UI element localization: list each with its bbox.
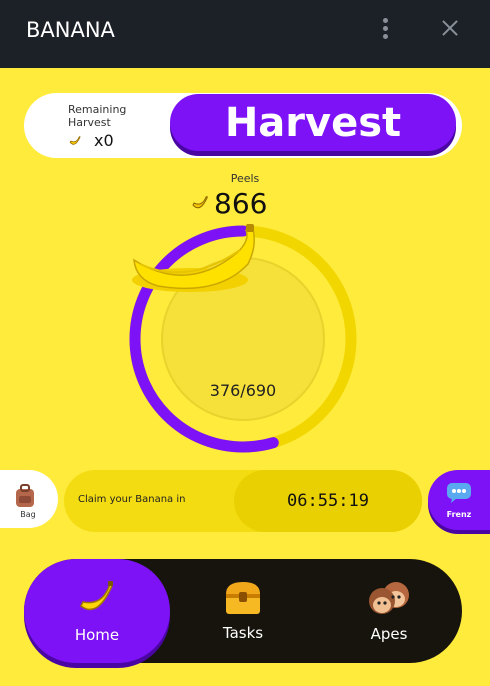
treasure-chest-icon [226,582,260,614]
nav-home[interactable]: Home [24,559,170,663]
progress-text: 376/690 [209,381,277,400]
nav-tasks-label: Tasks [222,624,264,642]
nav-home-label: Home [74,626,120,644]
nav-tasks[interactable]: Tasks [170,559,316,663]
peels-value: 866 [190,186,267,220]
nav-apes[interactable]: Apes [316,559,462,663]
bag-label: Bag [20,510,36,519]
banana-icon [69,135,81,145]
menu-dots-icon[interactable] [374,16,396,42]
bottom-nav: Home Tasks Apes [24,559,462,663]
banana-icon[interactable] [128,224,260,298]
monkeys-icon [369,582,409,614]
claim-timer: 06:55:19 [234,470,422,532]
app-title: BANANA [26,18,115,42]
close-icon[interactable] [440,18,460,38]
peels-label: Peels [230,172,260,185]
claim-bar: Claim your Banana in 06:55:19 [64,470,422,532]
harvest-button[interactable]: Harvest [170,94,456,151]
remaining-harvest-count: x0 [68,131,114,150]
bag-icon [16,484,34,507]
banana-icon [192,196,208,209]
harvest-progress-ring: 376/690 [128,224,358,454]
nav-apes-label: Apes [370,625,408,643]
remaining-harvest-label: Remaining Harvest [68,103,127,129]
title-bar: BANANA [0,0,490,68]
remaining-count-value: x0 [94,131,114,150]
harvest-card: Remaining Harvest x0 Harvest [24,93,462,158]
frenz-label: Frenz [446,510,472,519]
chat-icon [447,483,471,503]
claim-label: Claim your Banana in [78,494,186,505]
banana-icon [80,581,113,611]
peels-count: 866 [214,186,268,220]
bag-button[interactable]: Bag [0,470,58,528]
frenz-button[interactable]: Frenz [428,470,490,530]
